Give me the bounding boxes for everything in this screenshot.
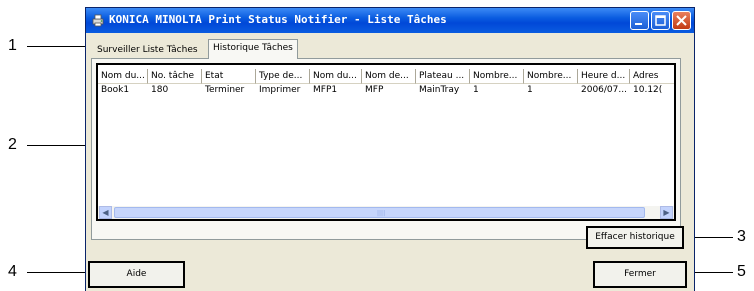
- column-header[interactable]: Nombre...: [470, 69, 524, 84]
- column-header[interactable]: Nom du...: [310, 69, 362, 84]
- column-header[interactable]: Plateau ...: [416, 69, 470, 84]
- tab-surveiller-liste-taches[interactable]: Surveiller Liste Tâches: [93, 42, 202, 59]
- list-header: Nom du... No. tâche Etat Type de... Nom …: [98, 69, 674, 84]
- help-button[interactable]: Aide: [88, 261, 185, 288]
- column-header[interactable]: Type de...: [256, 69, 310, 84]
- callout-1: 1: [8, 37, 17, 54]
- tab-historique-taches[interactable]: Historique Tâches: [208, 39, 298, 59]
- table-cell: Book1: [101, 85, 130, 95]
- callout-3: 3: [737, 228, 746, 245]
- title-bar[interactable]: KONICA MINOLTA Print Status Notifier - L…: [86, 8, 694, 33]
- column-header[interactable]: Heure d...: [578, 69, 630, 84]
- column-header[interactable]: No. tâche: [148, 69, 202, 84]
- print-status-window: KONICA MINOLTA Print Status Notifier - L…: [85, 7, 695, 291]
- horizontal-scrollbar[interactable]: ◀ |||| ▶: [98, 206, 674, 219]
- maximize-button[interactable]: [651, 11, 670, 30]
- table-cell: 1: [473, 85, 479, 95]
- table-cell: 10.12(: [633, 85, 663, 95]
- maximize-icon: [655, 15, 666, 26]
- column-header[interactable]: Adres: [630, 69, 674, 84]
- printer-icon: [92, 14, 104, 27]
- scrollbar-thumb[interactable]: ||||: [114, 207, 645, 218]
- job-history-list[interactable]: Nom du... No. tâche Etat Type de... Nom …: [96, 63, 676, 221]
- column-header[interactable]: Nombre...: [524, 69, 578, 84]
- table-cell: MainTray: [419, 85, 460, 95]
- callout-2: 2: [8, 136, 17, 153]
- clear-history-button[interactable]: Effacer historique: [586, 226, 684, 249]
- table-cell: 2006/07...: [581, 85, 627, 95]
- close-window-button[interactable]: [672, 11, 691, 30]
- close-icon: [676, 15, 687, 26]
- scroll-left-button[interactable]: ◀: [99, 206, 112, 219]
- table-cell: 1: [527, 85, 533, 95]
- callout-2-line: [27, 145, 94, 146]
- minimize-button[interactable]: [630, 11, 649, 30]
- column-header[interactable]: Nom du...: [98, 69, 148, 84]
- minimize-icon: [635, 23, 642, 25]
- callout-4-line: [27, 272, 87, 273]
- window-title: KONICA MINOLTA Print Status Notifier - L…: [109, 13, 447, 26]
- table-cell: Imprimer: [259, 85, 301, 95]
- callout-4: 4: [8, 263, 17, 280]
- scroll-right-button[interactable]: ▶: [660, 206, 673, 219]
- table-cell: 180: [151, 85, 169, 95]
- close-button[interactable]: Fermer: [593, 261, 687, 288]
- callout-1-line: [27, 46, 85, 47]
- table-cell: Terminer: [205, 85, 245, 95]
- callout-5: 5: [737, 263, 746, 280]
- table-cell: MFP: [365, 85, 384, 95]
- table-cell: MFP1: [313, 85, 338, 95]
- column-header[interactable]: Etat: [202, 69, 256, 84]
- grip-icon: ||||: [377, 210, 386, 217]
- column-header[interactable]: Nom de...: [362, 69, 416, 84]
